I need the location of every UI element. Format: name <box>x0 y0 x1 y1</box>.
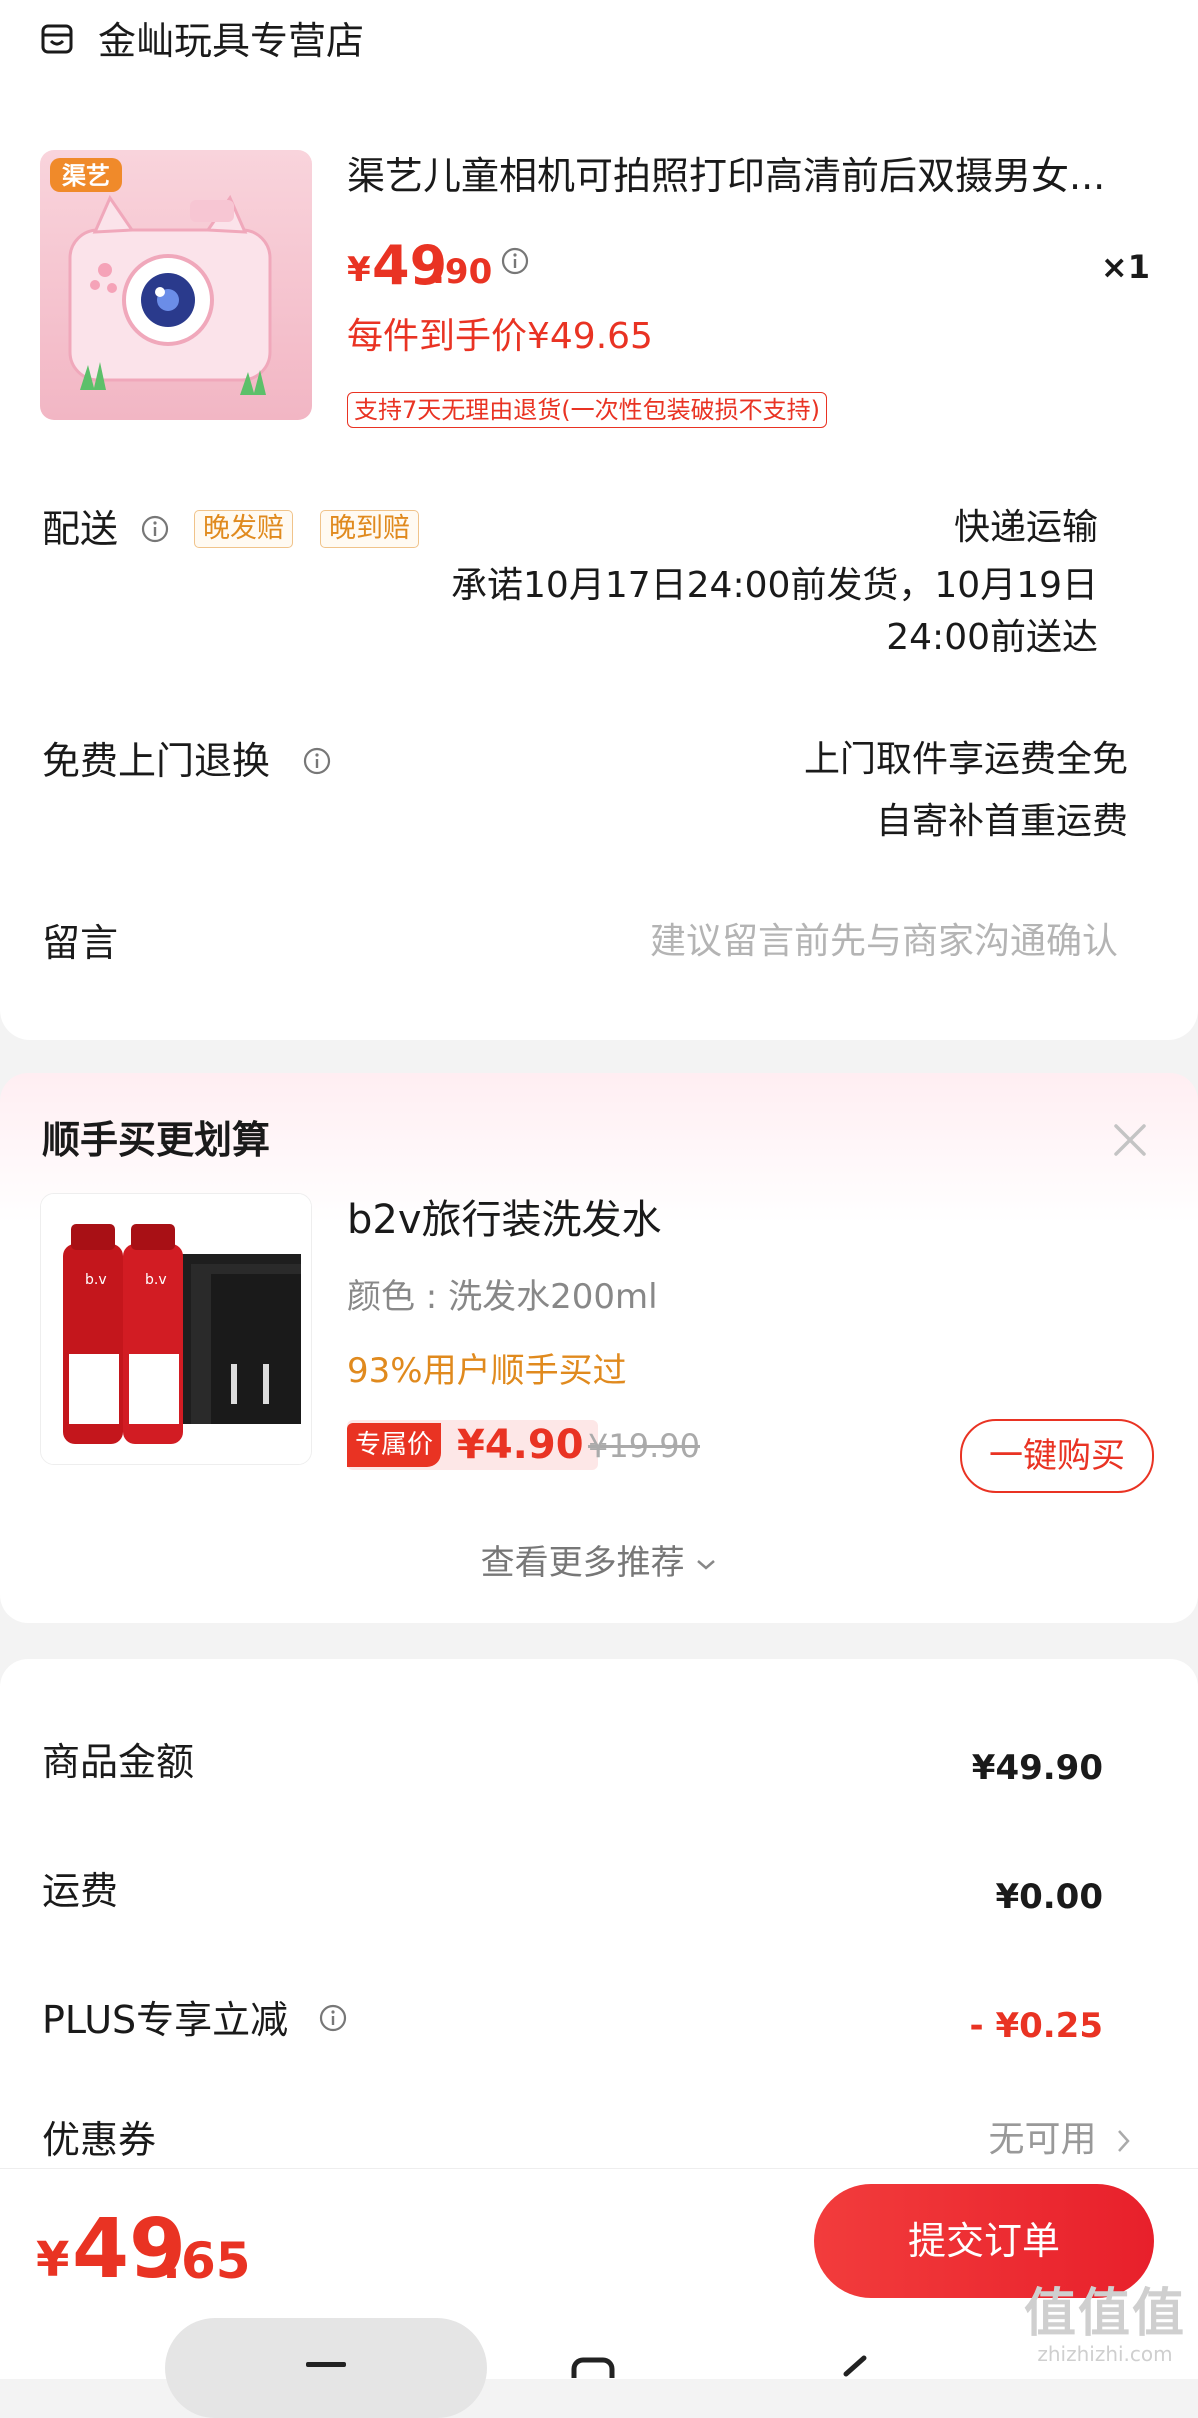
chevron-right-icon <box>1118 2130 1130 2152</box>
more-recommendations-link[interactable]: 查看更多推荐 <box>0 1538 1198 1588</box>
upsell-item-spec: 颜色 : 洗发水200ml <box>347 1277 658 1317</box>
close-icon[interactable] <box>1106 1116 1154 1164</box>
goods-amount-value: ¥49.90 <box>971 1748 1103 1788</box>
shipping-fee-value: ¥0.00 <box>995 1877 1103 1917</box>
late-arrival-compensation-tag: 晚到赔 <box>320 510 419 548</box>
store-name[interactable]: 金屾玩具专营店 <box>98 16 364 66</box>
exclusive-price: ¥4.90 <box>457 1422 584 1468</box>
return-policy-tag: 支持7天无理由退货(一次性包装破损不支持) <box>347 392 827 428</box>
delivery-promise-line2: 24:00前送达 <box>886 617 1098 658</box>
free-return-line1: 上门取件享运费全免 <box>803 739 1128 780</box>
total-decimal: .65 <box>162 2232 251 2290</box>
exclusive-price-tag: 专属价 <box>347 1423 442 1467</box>
shipping-fee-label: 运费 <box>42 1869 119 1913</box>
svg-text:b.v: b.v <box>85 1272 107 1288</box>
total-symbol: ¥ <box>36 2232 70 2288</box>
watermark-logo: 值值值 <box>1023 2284 1186 2344</box>
product-title[interactable]: 渠艺儿童相机可拍照打印高清前后双摄男女... <box>347 150 1137 202</box>
plus-discount-value: - ¥0.25 <box>969 2006 1104 2046</box>
menu-icon[interactable] <box>300 2356 352 2378</box>
message-input[interactable]: 建议留言前先与商家沟通确认 <box>650 916 1118 968</box>
svg-text:b.v: b.v <box>145 1272 167 1288</box>
chevron-down-icon <box>697 1559 716 1570</box>
upsell-item-title[interactable]: b2v旅行装洗发水 <box>347 1192 662 1248</box>
coupon-value[interactable]: 无可用 <box>989 2114 1132 2166</box>
info-icon[interactable] <box>500 246 530 276</box>
info-icon[interactable] <box>302 746 332 776</box>
info-icon[interactable] <box>140 514 170 544</box>
goods-amount-label: 商品金额 <box>42 1740 195 1784</box>
one-click-buy-button[interactable]: 一键购买 <box>960 1419 1154 1493</box>
upsell-buy-rate: 93%用户顺手买过 <box>347 1351 627 1391</box>
upsell-title: 顺手买更划算 <box>42 1118 271 1162</box>
upsell-product-image[interactable]: b.v b.v <box>40 1193 312 1465</box>
watermark: 值值值 zhizhizhi.com <box>1024 2286 1186 2366</box>
watermark-url: zhizhizhi.com <box>1037 2342 1173 2366</box>
hand-price: 每件到手价¥49.65 <box>347 316 653 357</box>
back-icon[interactable] <box>834 2354 874 2378</box>
quantity: ×1 <box>1100 248 1150 286</box>
svg-text:渠艺: 渠艺 <box>62 162 110 190</box>
delivery-label: 配送 <box>42 507 119 551</box>
price-decimal: .90 <box>432 252 493 292</box>
coupon-value-text: 无可用 <box>988 2119 1097 2160</box>
exclusive-price-badge: 专属价 ¥4.90 <box>347 1420 598 1470</box>
late-ship-compensation-tag: 晚发赔 <box>194 510 293 548</box>
store-icon <box>41 24 73 54</box>
home-icon[interactable] <box>566 2356 620 2378</box>
plus-discount-label: PLUS专享立减 <box>42 1998 289 2042</box>
product-image[interactable]: 渠艺 <box>40 150 312 420</box>
more-recommendations-label: 查看更多推荐 <box>480 1543 685 1583</box>
submit-order-button[interactable]: 提交订单 <box>814 2184 1154 2298</box>
message-label: 留言 <box>42 921 119 965</box>
original-price: ¥19.90 <box>588 1427 700 1465</box>
coupon-label: 优惠券 <box>42 2118 157 2162</box>
delivery-promise-line1: 承诺10月17日24:00前发货，10月19日 <box>451 565 1098 606</box>
free-return-label: 免费上门退换 <box>42 739 271 783</box>
info-icon[interactable] <box>318 2003 348 2033</box>
free-return-line2: 自寄补首重运费 <box>875 801 1128 842</box>
delivery-method[interactable]: 快递运输 <box>954 502 1098 554</box>
price-symbol: ¥ <box>347 250 371 290</box>
